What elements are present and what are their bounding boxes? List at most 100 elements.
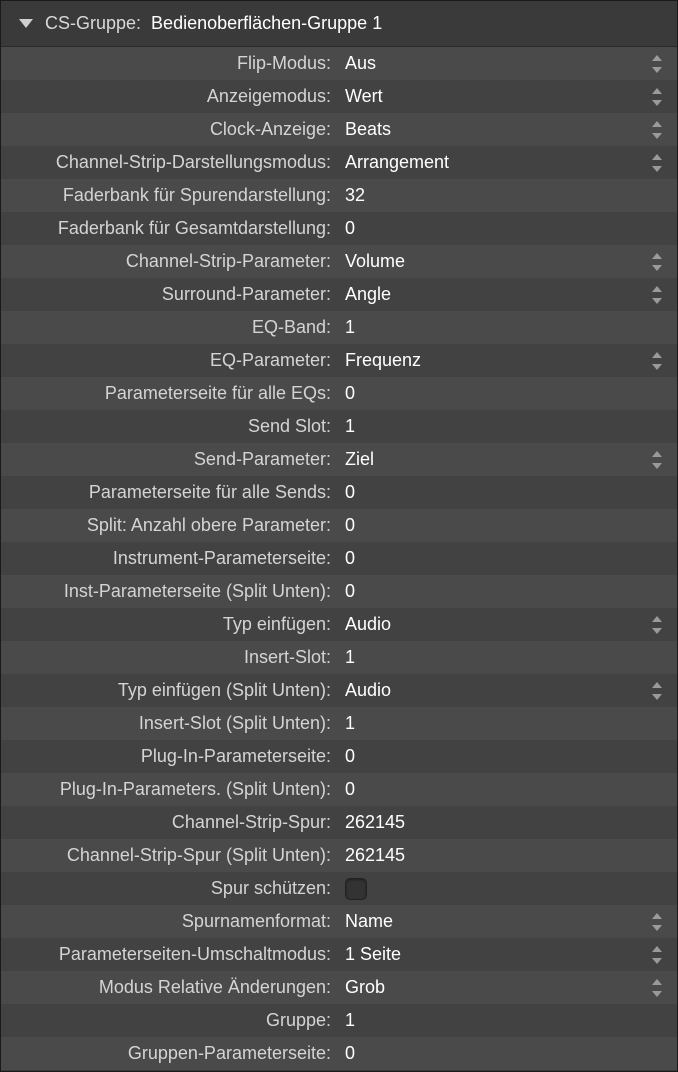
parameter-value[interactable]: Frequenz <box>337 344 677 377</box>
parameter-label: EQ-Band: <box>1 317 337 338</box>
parameter-row: Send-Parameter:Ziel <box>1 443 677 476</box>
value-text: 1 <box>345 713 355 734</box>
parameter-value[interactable]: 0 <box>337 575 677 608</box>
parameter-label: Surround-Parameter: <box>1 284 337 305</box>
dropdown-stepper-icon[interactable] <box>651 121 663 139</box>
parameter-row: Inst-Parameterseite (Split Unten):0 <box>1 575 677 608</box>
dropdown-stepper-icon[interactable] <box>651 913 663 931</box>
dropdown-stepper-icon[interactable] <box>651 946 663 964</box>
parameter-row: Typ einfügen: Audio <box>1 608 677 641</box>
dropdown-stepper-icon[interactable] <box>651 55 663 73</box>
value-text: Aus <box>345 53 376 74</box>
parameter-value[interactable]: Wert <box>337 80 677 113</box>
parameter-value[interactable]: Audio <box>337 608 677 641</box>
dropdown-stepper-icon[interactable] <box>651 682 663 700</box>
parameter-row: Faderbank für Gesamtdarstellung: 0 <box>1 212 677 245</box>
value-text: Audio <box>345 680 391 701</box>
parameter-value[interactable]: 1 Seite <box>337 938 677 971</box>
parameter-row: Spur schützen: <box>1 872 677 905</box>
parameter-value[interactable]: 0 <box>337 773 677 806</box>
parameter-label: Plug-In-Parameterseite: <box>1 746 337 767</box>
value-text: 0 <box>345 218 355 239</box>
parameter-label: Send Slot: <box>1 416 337 437</box>
parameter-value[interactable]: Grob <box>337 971 677 1004</box>
parameter-value[interactable]: 32 <box>337 179 677 212</box>
dropdown-stepper-icon[interactable] <box>651 616 663 634</box>
section-header[interactable]: CS-Gruppe: Bedienoberflächen-Gruppe 1 <box>1 1 677 47</box>
disclosure-triangle-icon[interactable] <box>19 19 33 28</box>
parameter-row: Typ einfügen (Split Unten): Audio <box>1 674 677 707</box>
parameter-list: Flip-Modus: Aus Anzeigemodus:WertClock-Anz… <box>1 47 677 1070</box>
parameter-label: Insert-Slot (Split Unten): <box>1 713 337 734</box>
dropdown-stepper-icon[interactable] <box>651 286 663 304</box>
parameter-value[interactable]: 0 <box>337 542 677 575</box>
parameter-row: Channel-Strip-Parameter: Volume <box>1 245 677 278</box>
parameter-value[interactable] <box>337 872 677 905</box>
parameter-value[interactable]: 1 <box>337 641 677 674</box>
checkbox[interactable] <box>345 878 367 900</box>
value-text: 0 <box>345 383 355 404</box>
inspector-panel: CS-Gruppe: Bedienoberflächen-Gruppe 1 Fl… <box>0 0 678 1072</box>
dropdown-stepper-icon[interactable] <box>651 154 663 172</box>
parameter-label: Typ einfügen (Split Unten): <box>1 680 337 701</box>
parameter-value[interactable]: 0 <box>337 1037 677 1070</box>
parameter-label: Parameterseite für alle EQs: <box>1 383 337 404</box>
parameter-value[interactable]: 0 <box>337 509 677 542</box>
value-text: Volume <box>345 251 405 272</box>
parameter-value[interactable]: Beats <box>337 113 677 146</box>
dropdown-stepper-icon[interactable] <box>651 979 663 997</box>
parameter-row: Surround-Parameter: Angle <box>1 278 677 311</box>
parameter-value[interactable]: 1 <box>337 311 677 344</box>
parameter-value[interactable]: Angle <box>337 278 677 311</box>
parameter-row: Flip-Modus: Aus <box>1 47 677 80</box>
parameter-row: Send Slot: 1 <box>1 410 677 443</box>
value-text: 262145 <box>345 845 405 866</box>
dropdown-stepper-icon[interactable] <box>651 88 663 106</box>
parameter-value[interactable]: 0 <box>337 212 677 245</box>
value-text: 0 <box>345 548 355 569</box>
parameter-label: Channel-Strip-Spur: <box>1 812 337 833</box>
dropdown-stepper-icon[interactable] <box>651 253 663 271</box>
parameter-value[interactable]: Arrangement <box>337 146 677 179</box>
parameter-value[interactable]: 0 <box>337 740 677 773</box>
parameter-label: Split: Anzahl obere Parameter: <box>1 515 337 536</box>
dropdown-stepper-icon[interactable] <box>651 451 663 469</box>
parameter-row: Parameterseite für alle Sends:0 <box>1 476 677 509</box>
parameter-value[interactable]: 262145 <box>337 806 677 839</box>
parameter-value[interactable]: 1 <box>337 1004 677 1037</box>
value-text: 1 <box>345 416 355 437</box>
parameter-value[interactable]: 262145 <box>337 839 677 872</box>
parameter-row: Split: Anzahl obere Parameter:0 <box>1 509 677 542</box>
parameter-value[interactable]: Name <box>337 905 677 938</box>
parameter-value[interactable]: 0 <box>337 476 677 509</box>
parameter-label: Instrument-Parameterseite: <box>1 548 337 569</box>
parameter-row: EQ-Band:1 <box>1 311 677 344</box>
parameter-value[interactable]: Ziel <box>337 443 677 476</box>
value-text: Grob <box>345 977 385 998</box>
parameter-row: Channel-Strip-Spur:262145 <box>1 806 677 839</box>
parameter-value[interactable]: Aus <box>337 47 677 80</box>
parameter-value[interactable]: 1 <box>337 410 677 443</box>
parameter-value[interactable]: Volume <box>337 245 677 278</box>
value-text: Wert <box>345 86 383 107</box>
value-text: Arrangement <box>345 152 449 173</box>
parameter-row: Anzeigemodus:Wert <box>1 80 677 113</box>
parameter-row: Clock-Anzeige:Beats <box>1 113 677 146</box>
value-text: Audio <box>345 614 391 635</box>
parameter-label: Typ einfügen: <box>1 614 337 635</box>
parameter-label: Faderbank für Gesamtdarstellung: <box>1 218 337 239</box>
parameter-value[interactable]: 0 <box>337 377 677 410</box>
parameter-label: Channel-Strip-Parameter: <box>1 251 337 272</box>
parameter-value[interactable]: Audio <box>337 674 677 707</box>
parameter-label: Flip-Modus: <box>1 53 337 74</box>
parameter-value[interactable]: 1 <box>337 707 677 740</box>
parameter-label: Parameterseite für alle Sends: <box>1 482 337 503</box>
parameter-row: Gruppen-Parameterseite:0 <box>1 1037 677 1070</box>
value-text: 1 <box>345 647 355 668</box>
parameter-row: Insert-Slot:1 <box>1 641 677 674</box>
parameter-label: Spurnamenformat: <box>1 911 337 932</box>
parameter-row: Spurnamenformat:Name <box>1 905 677 938</box>
parameter-label: Modus Relative Änderungen: <box>1 977 337 998</box>
value-text: Angle <box>345 284 391 305</box>
dropdown-stepper-icon[interactable] <box>651 352 663 370</box>
